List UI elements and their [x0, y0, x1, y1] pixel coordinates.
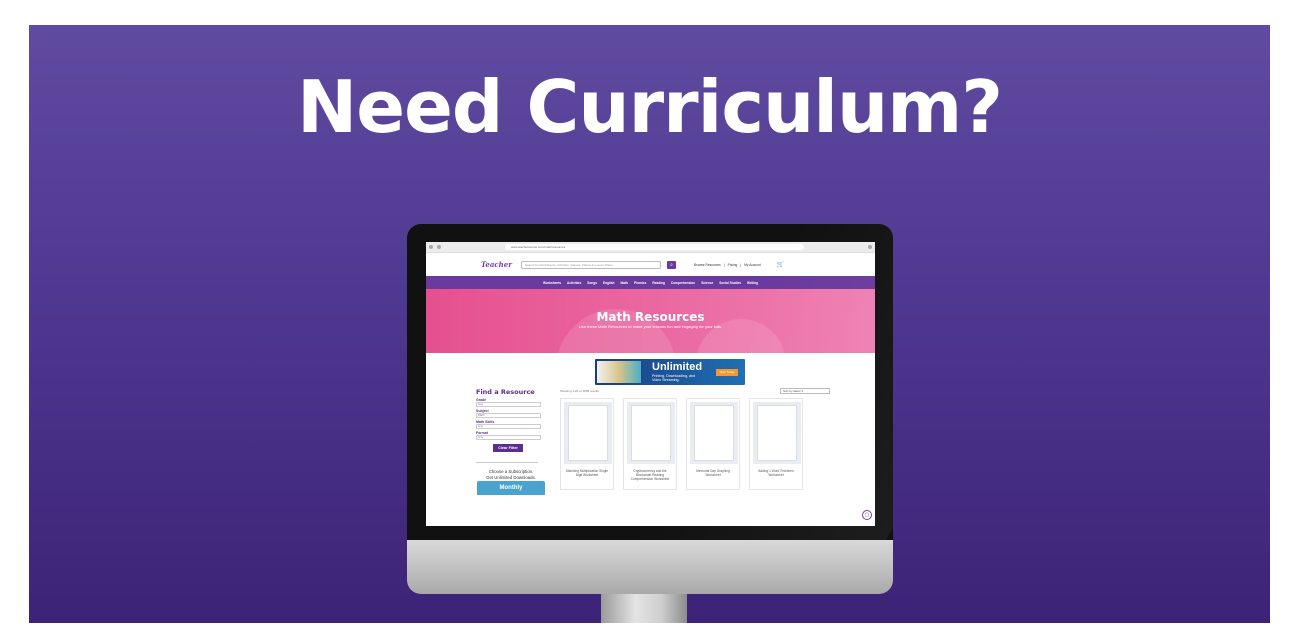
sort-select[interactable]: Sort by latest ▾	[780, 387, 830, 394]
subject-select[interactable]: Math	[476, 413, 541, 418]
worksheet-preview	[757, 405, 797, 461]
grade-select[interactable]: Any	[476, 402, 541, 407]
search-button[interactable]: ⌕	[667, 260, 676, 269]
result-count: Showing 1-20 of 1838 results	[560, 388, 599, 393]
card-thumbnail[interactable]	[627, 402, 675, 464]
resource-card[interactable]: Memorial Day Graphing Worksheet	[686, 398, 740, 490]
browse-resources-link[interactable]: Browse Resources	[694, 263, 721, 267]
link-divider: |	[740, 262, 742, 267]
format-select[interactable]: Any	[476, 435, 541, 440]
filter-sidebar: Find a Resource Grade Any Subject Math M…	[476, 386, 546, 495]
math-skills-select[interactable]: Any	[476, 424, 541, 429]
clear-filter-button[interactable]: Clear Filter	[493, 444, 523, 452]
monitor-screen: www.teachersource.com/math/resources Tea…	[426, 242, 875, 526]
card-title[interactable]: Cryptocurrency and the Blockchain Readin…	[624, 467, 676, 481]
card-title[interactable]: Adding 1 Word Problems Worksheet	[750, 467, 802, 477]
resource-card[interactable]: Cryptocurrency and the Blockchain Readin…	[623, 398, 677, 490]
main-content: Find a Resource Grade Any Subject Math M…	[426, 386, 875, 495]
nav-item-songs[interactable]: Songs	[587, 281, 597, 285]
link-divider: |	[723, 262, 725, 267]
card-thumbnail[interactable]	[690, 402, 738, 464]
nav-item-writing[interactable]: Writing	[747, 281, 758, 285]
card-title[interactable]: Memorial Day Graphing Worksheet	[687, 467, 739, 477]
share-icon[interactable]	[868, 245, 872, 249]
nav-item-comprehension[interactable]: Comprehension	[671, 281, 695, 285]
hero-banner: Math Resources Use these Math Resources …	[426, 289, 875, 353]
search-icon: ⌕	[670, 261, 673, 268]
divider	[476, 462, 538, 463]
nav-item-worksheets[interactable]: Worksheets	[543, 281, 561, 285]
cart-icon[interactable]: 🛒	[777, 261, 784, 268]
nav-item-activities[interactable]: Activities	[567, 281, 581, 285]
ad-title: Unlimited	[652, 361, 703, 373]
browser-toolbar: www.teachersource.com/math/resources	[426, 242, 875, 253]
nav-item-math[interactable]: Math	[621, 281, 628, 285]
category-nav: Worksheets Activities Songs English Math…	[426, 276, 875, 289]
resource-grid: Showing 1-20 of 1838 results Sort by lat…	[546, 386, 875, 495]
card-thumbnail[interactable]	[564, 402, 612, 464]
worksheet-preview	[694, 405, 734, 461]
worksheet-preview	[568, 405, 608, 461]
forward-icon[interactable]	[437, 245, 441, 249]
monitor-bezel: www.teachersource.com/math/resources Tea…	[407, 224, 893, 540]
nav-item-english[interactable]: English	[603, 281, 615, 285]
sidebar-title: Find a Resource	[476, 388, 535, 396]
monthly-plan-button[interactable]: Monthly	[477, 481, 545, 495]
resource-card[interactable]: Adding 1 Word Problems Worksheet	[749, 398, 803, 490]
search-input[interactable]: Search for Worksheets, Activities, Games…	[521, 260, 661, 269]
ad-section: Unlimited Printing, Downloading, and Vid…	[426, 353, 875, 386]
monitor-stand	[601, 593, 687, 623]
back-icon[interactable]	[429, 245, 433, 249]
grid-header: Showing 1-20 of 1838 results Sort by lat…	[560, 386, 875, 395]
worksheet-preview	[631, 405, 671, 461]
ad-subtitle: Printing, Downloading, and Video Streami…	[652, 374, 695, 382]
header-links: Browse Resources | Pricing | My Account	[694, 263, 761, 267]
nav-item-phonics[interactable]: Phonics	[634, 281, 646, 285]
site-logo[interactable]: Teacher	[481, 260, 515, 270]
card-title[interactable]: Matching Multiplication Single Digit Wor…	[561, 467, 613, 477]
promo-background: Need Curriculum? www.teachersource.com/m…	[29, 25, 1270, 623]
subscription-text: Choose a Subscription. Get Unlimited Dow…	[476, 469, 546, 480]
ad-thumbnails	[597, 361, 641, 383]
resource-card[interactable]: Matching Multiplication Single Digit Wor…	[560, 398, 614, 490]
monitor: www.teachersource.com/math/resources Tea…	[407, 224, 893, 594]
ad-start-button[interactable]: Start Today	[716, 369, 738, 376]
page-title: Need Curriculum?	[297, 65, 1003, 149]
nav-item-social-studies[interactable]: Social Studies	[719, 281, 741, 285]
pricing-link[interactable]: Pricing	[728, 263, 738, 267]
site-header: Teacher Search for Worksheets, Activitie…	[426, 253, 875, 276]
chat-icon[interactable]: ▢	[862, 510, 872, 520]
hero-subtitle: Use these Math Resources to make your le…	[578, 324, 723, 329]
subscription-line-2: Get Unlimited Downloads.	[486, 474, 536, 480]
monitor-chin	[407, 540, 893, 594]
address-bar[interactable]: www.teachersource.com/math/resources	[505, 244, 804, 250]
nav-item-reading[interactable]: Reading	[652, 281, 665, 285]
card-row: Matching Multiplication Single Digit Wor…	[560, 398, 875, 490]
nav-item-science[interactable]: Science	[701, 281, 713, 285]
card-thumbnail[interactable]	[753, 402, 801, 464]
hero-title: Math Resources	[596, 310, 705, 324]
unlimited-ad-banner[interactable]: Unlimited Printing, Downloading, and Vid…	[595, 359, 745, 385]
my-account-link[interactable]: My Account	[744, 263, 760, 267]
